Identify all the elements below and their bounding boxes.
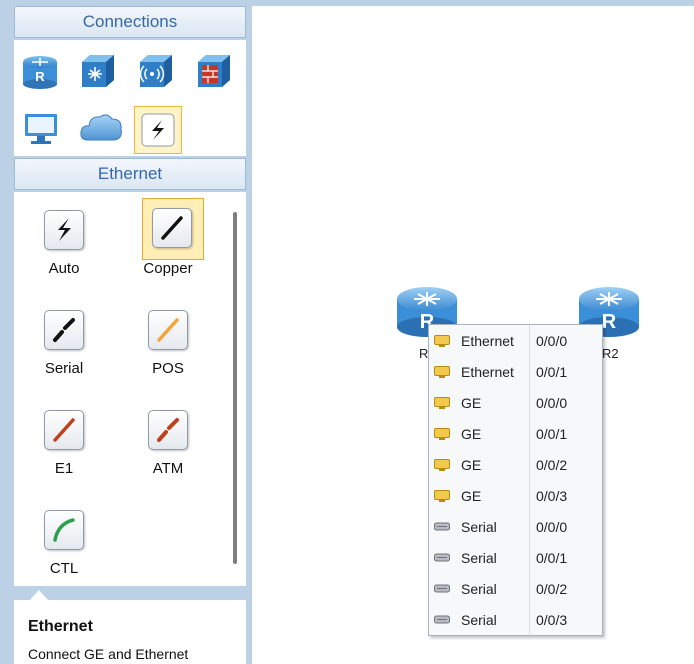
e1-cable-icon bbox=[53, 418, 75, 442]
switch-icon[interactable] bbox=[78, 50, 118, 90]
cable-list-scrollbar[interactable] bbox=[233, 212, 237, 564]
cable-label: Auto bbox=[48, 260, 80, 277]
port-name: GE bbox=[461, 426, 482, 442]
wireless-ap-icon[interactable] bbox=[136, 50, 176, 90]
svg-text:R: R bbox=[35, 69, 45, 84]
ethernet-port-icon bbox=[434, 459, 450, 471]
port-number: 0/0/0 bbox=[536, 395, 568, 411]
serial-port-icon bbox=[434, 522, 450, 531]
ethernet-port-icon bbox=[434, 397, 450, 409]
cable-auto[interactable]: Auto bbox=[14, 196, 114, 292]
device-palette: R bbox=[14, 40, 246, 156]
menu-item-port[interactable]: Serial 0/0/0 bbox=[429, 512, 602, 543]
port-name: GE bbox=[461, 488, 482, 504]
cable-label: Copper bbox=[143, 260, 193, 277]
menu-item-port[interactable]: Serial 0/0/3 bbox=[429, 605, 602, 636]
menu-item-port[interactable]: GE 0/0/2 bbox=[429, 450, 602, 481]
router-label-r1: R bbox=[419, 346, 429, 361]
port-number: 0/0/0 bbox=[536, 519, 568, 535]
cable-e1[interactable]: E1 bbox=[14, 396, 114, 492]
cable-icon[interactable] bbox=[140, 112, 176, 148]
port-number: 0/0/1 bbox=[536, 550, 568, 566]
serial-cable-icon bbox=[53, 318, 75, 342]
cable-label: Serial bbox=[44, 360, 84, 377]
port-number: 0/0/1 bbox=[536, 426, 568, 442]
port-name: Serial bbox=[461, 519, 497, 535]
port-name: Ethernet bbox=[461, 333, 514, 349]
router-label-r2: R2 bbox=[602, 346, 619, 361]
port-number: 0/0/3 bbox=[536, 488, 568, 504]
ethernet-port-icon bbox=[434, 428, 450, 440]
port-selection-menu: Ethernet 0/0/0 Ethernet 0/0/1 GE 0/0/0 G… bbox=[428, 324, 603, 636]
description-pointer bbox=[30, 590, 48, 600]
menu-item-port[interactable]: Serial 0/0/2 bbox=[429, 574, 602, 605]
port-name: GE bbox=[461, 457, 482, 473]
cable-pos[interactable]: POS bbox=[118, 296, 218, 392]
menu-item-port[interactable]: Serial 0/0/1 bbox=[429, 543, 602, 574]
ethernet-port-icon bbox=[434, 366, 450, 378]
cloud-icon[interactable] bbox=[78, 106, 124, 148]
category-header[interactable]: Ethernet bbox=[14, 158, 246, 190]
ethernet-port-icon bbox=[434, 335, 450, 347]
pos-cable-icon bbox=[157, 318, 179, 342]
atm-cable-icon bbox=[157, 418, 179, 442]
cable-atm[interactable]: ATM bbox=[118, 396, 218, 492]
copper-cable-icon bbox=[161, 216, 183, 240]
ethernet-port-icon bbox=[434, 490, 450, 502]
cable-serial[interactable]: Serial bbox=[14, 296, 114, 392]
serial-port-icon bbox=[434, 553, 450, 562]
cable-label: ATM bbox=[152, 460, 184, 477]
cable-label: POS bbox=[152, 360, 184, 377]
port-number: 0/0/1 bbox=[536, 364, 568, 380]
ctl-cable-icon bbox=[53, 518, 75, 542]
menu-item-port[interactable]: Ethernet 0/0/0 bbox=[429, 326, 602, 357]
serial-port-icon bbox=[434, 584, 450, 593]
port-number: 0/0/2 bbox=[536, 581, 568, 597]
port-name: GE bbox=[461, 395, 482, 411]
cable-ctl[interactable]: CTL bbox=[14, 496, 114, 592]
port-number: 0/0/0 bbox=[536, 333, 568, 349]
firewall-icon[interactable] bbox=[194, 50, 234, 90]
port-name: Ethernet bbox=[461, 364, 514, 380]
cable-copper[interactable]: Copper bbox=[118, 196, 218, 292]
pc-icon[interactable] bbox=[22, 108, 62, 148]
serial-port-icon bbox=[434, 615, 450, 624]
port-number: 0/0/3 bbox=[536, 612, 568, 628]
router-icon[interactable]: R bbox=[20, 50, 60, 90]
cable-label: CTL bbox=[49, 560, 79, 577]
auto-cable-icon bbox=[58, 218, 71, 241]
port-number: 0/0/2 bbox=[536, 457, 568, 473]
menu-item-port[interactable]: Ethernet 0/0/1 bbox=[429, 357, 602, 388]
description-title: Ethernet bbox=[28, 618, 93, 635]
port-name: Serial bbox=[461, 550, 497, 566]
menu-item-port[interactable]: GE 0/0/3 bbox=[429, 481, 602, 512]
connections-header[interactable]: Connections bbox=[14, 6, 246, 38]
cable-label: E1 bbox=[54, 460, 74, 477]
menu-item-port[interactable]: GE 0/0/0 bbox=[429, 388, 602, 419]
description-text: Connect GE and Ethernet bbox=[28, 646, 189, 662]
menu-item-port[interactable]: GE 0/0/1 bbox=[429, 419, 602, 450]
port-name: Serial bbox=[461, 612, 497, 628]
svg-text:R: R bbox=[602, 311, 617, 333]
menu-column-divider bbox=[529, 325, 530, 635]
port-name: Serial bbox=[461, 581, 497, 597]
